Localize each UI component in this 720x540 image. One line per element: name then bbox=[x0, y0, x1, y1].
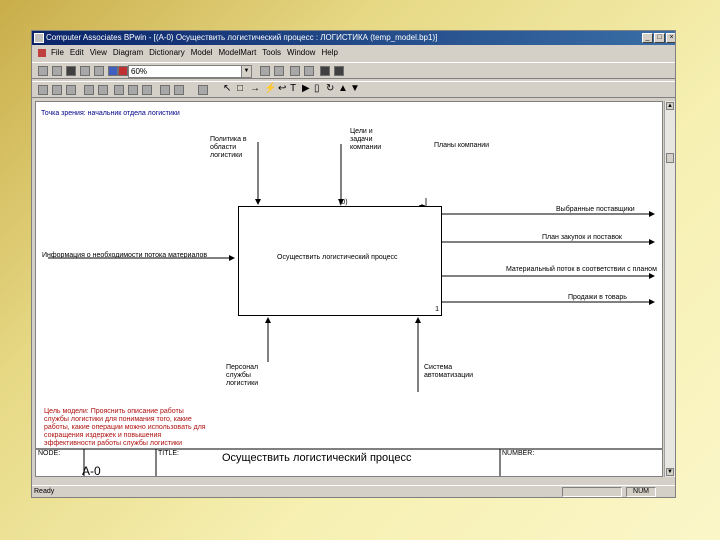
menu-tools[interactable]: Tools bbox=[259, 46, 284, 60]
num-indicator: NUM bbox=[626, 487, 656, 497]
undo-icon[interactable] bbox=[94, 66, 104, 76]
menu-window[interactable]: Window bbox=[284, 46, 318, 60]
title-bar[interactable]: Computer Associates BPwin - [(A-0) Осуще… bbox=[32, 31, 675, 45]
standard-toolbar: 60% ▼ bbox=[32, 62, 675, 79]
menu-modelmart[interactable]: ModelMart bbox=[216, 46, 260, 60]
input-label[interactable]: Информация о необходимости потока матери… bbox=[42, 252, 207, 260]
text-tool-icon[interactable]: T bbox=[290, 83, 296, 94]
menu-bar: File Edit View Diagram Dictionary Model … bbox=[32, 46, 675, 60]
node-label: NODE: bbox=[38, 450, 61, 457]
menu-diagram[interactable]: Diagram bbox=[110, 46, 146, 60]
output-label-suppliers[interactable]: Выбранные поставщики bbox=[556, 206, 635, 214]
font-icon[interactable] bbox=[160, 85, 170, 95]
minimize-button[interactable]: _ bbox=[642, 33, 653, 43]
viewpoint-label: Точка зрения: начальник отдела логистики bbox=[41, 110, 180, 117]
diagram-canvas[interactable]: Точка зрения: начальник отдела логистики… bbox=[35, 101, 663, 477]
mechanism-label-staff[interactable]: Персонал службы логистики bbox=[226, 364, 272, 388]
delete-icon[interactable] bbox=[84, 85, 94, 95]
scroll-thumb[interactable] bbox=[666, 153, 674, 163]
group-icon[interactable] bbox=[142, 85, 152, 95]
menu-view[interactable]: View bbox=[87, 46, 110, 60]
scroll-down-icon[interactable]: ▼ bbox=[666, 468, 674, 476]
paste-icon[interactable] bbox=[66, 85, 76, 95]
box-cost-label: (0) bbox=[339, 199, 348, 206]
activity-box[interactable]: Осуществить логистический процесс (0) 1 bbox=[238, 199, 442, 316]
app-icon bbox=[34, 33, 44, 43]
drawing-toolbar: ↖ □ → ⚡ ↩ T ▶ ▯ ↻ ▲ ▼ bbox=[32, 81, 675, 98]
output-label-plan[interactable]: План закупок и поставок bbox=[542, 234, 622, 242]
arrow-draw-icon[interactable]: → bbox=[250, 83, 260, 94]
report-icon[interactable] bbox=[334, 66, 344, 76]
output-label-sales[interactable]: Продажи в товарь bbox=[568, 294, 627, 302]
binoculars-icon[interactable] bbox=[198, 85, 208, 95]
close-button[interactable]: × bbox=[666, 33, 675, 43]
control-label-goals[interactable]: Цели и задачи компании bbox=[350, 128, 390, 152]
node-value: A-0 bbox=[82, 464, 101, 477]
box-number-label: 1 bbox=[435, 306, 439, 313]
find-icon[interactable] bbox=[290, 66, 300, 76]
zoom-value: 60% bbox=[131, 67, 148, 76]
menu-file[interactable]: File bbox=[48, 46, 67, 60]
grid-icon[interactable] bbox=[128, 85, 138, 95]
go-to-sibling-icon[interactable]: ▯ bbox=[314, 83, 320, 94]
play-icon[interactable]: ▶ bbox=[302, 83, 310, 94]
open-icon[interactable] bbox=[52, 66, 62, 76]
control-label-policy[interactable]: Политика в области логистики bbox=[210, 136, 256, 160]
arrow-tool-icon[interactable] bbox=[320, 66, 330, 76]
menu-help[interactable]: Help bbox=[318, 46, 340, 60]
document-icon[interactable] bbox=[38, 49, 46, 57]
menu-model[interactable]: Model bbox=[188, 46, 216, 60]
up-icon[interactable]: ▲ bbox=[338, 83, 348, 94]
align-icon[interactable] bbox=[114, 85, 124, 95]
squiggle-tool-icon[interactable]: ⚡ bbox=[264, 83, 276, 94]
menu-dictionary[interactable]: Dictionary bbox=[146, 46, 188, 60]
copy-icon[interactable] bbox=[52, 85, 62, 95]
zoom-in-icon[interactable] bbox=[260, 66, 270, 76]
title-value: Осуществить логистический процесс bbox=[222, 452, 412, 464]
menu-edit[interactable]: Edit bbox=[67, 46, 87, 60]
status-panel bbox=[562, 487, 622, 497]
control-label-plans[interactable]: Планы компании bbox=[434, 142, 489, 150]
activity-label: Осуществить логистический процесс bbox=[277, 254, 398, 261]
page-icon[interactable] bbox=[174, 85, 184, 95]
title-label: TITLE: bbox=[158, 450, 180, 457]
cut-icon[interactable] bbox=[38, 85, 48, 95]
vertical-scrollbar[interactable]: ▲ ▼ bbox=[664, 101, 675, 477]
status-text: Ready bbox=[34, 488, 55, 495]
print-icon[interactable] bbox=[80, 66, 90, 76]
window-title: Computer Associates BPwin - [(A-0) Осуще… bbox=[46, 33, 438, 42]
down-icon[interactable]: ▼ bbox=[350, 83, 360, 94]
zoom-combo[interactable]: 60% ▼ bbox=[128, 65, 252, 78]
save-icon[interactable] bbox=[66, 66, 76, 76]
chevron-down-icon[interactable]: ▼ bbox=[241, 66, 251, 77]
box-tool-icon[interactable]: □ bbox=[237, 83, 243, 94]
mechanism-label-system[interactable]: Система автоматизации bbox=[424, 364, 473, 380]
zoom-out-icon[interactable] bbox=[274, 66, 284, 76]
spell-icon[interactable] bbox=[304, 66, 314, 76]
number-label: NUMBER: bbox=[502, 450, 535, 457]
app-window: Computer Associates BPwin - [(A-0) Осуще… bbox=[31, 30, 676, 498]
maximize-button[interactable]: □ bbox=[654, 33, 665, 43]
pointer-tool-icon[interactable]: ↖ bbox=[223, 83, 231, 94]
new-icon[interactable] bbox=[38, 66, 48, 76]
scroll-up-icon[interactable]: ▲ bbox=[666, 102, 674, 110]
color-icon[interactable] bbox=[118, 66, 128, 76]
status-bar: Ready NUM bbox=[32, 485, 675, 497]
output-label-flow[interactable]: Материальный поток в соответствии с план… bbox=[506, 266, 657, 274]
tunnel-tool-icon[interactable]: ↩ bbox=[278, 83, 286, 94]
model-explorer-icon[interactable] bbox=[108, 66, 118, 76]
diagram-icon[interactable] bbox=[98, 85, 108, 95]
go-to-parent-icon[interactable]: ↻ bbox=[326, 83, 334, 94]
purpose-text: Цель модели: Прояснить описание работы с… bbox=[44, 408, 206, 447]
